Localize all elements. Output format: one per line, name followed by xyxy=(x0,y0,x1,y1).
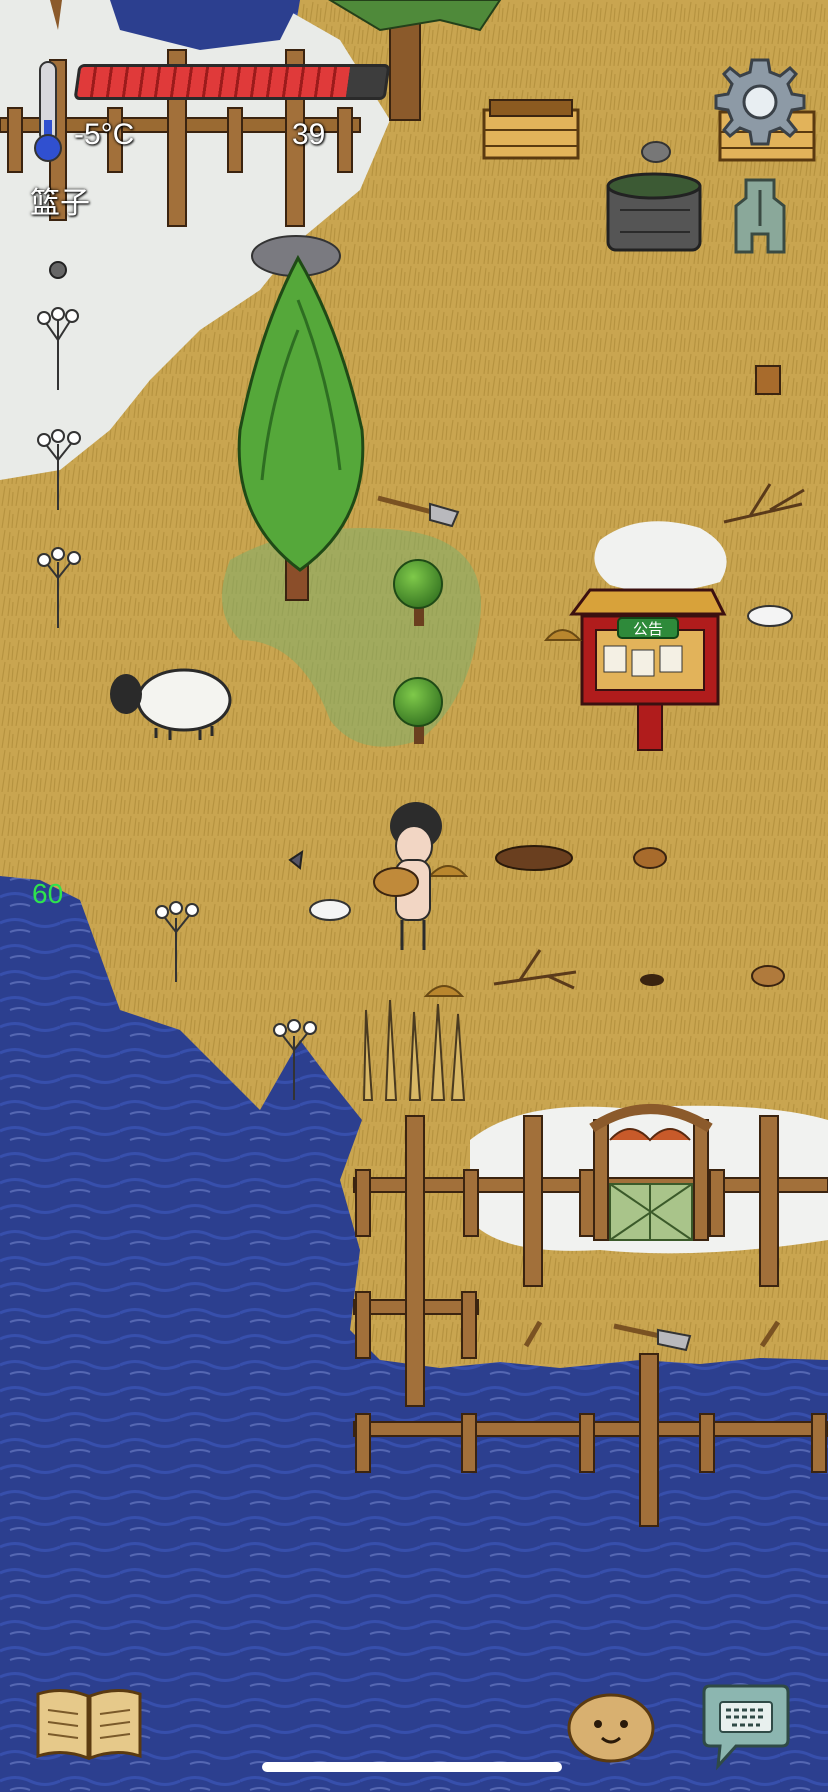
health-bar-fill xyxy=(76,67,351,97)
fleece-2 xyxy=(309,899,351,921)
home-indicator[interactable] xyxy=(262,1762,562,1772)
stone-well xyxy=(606,172,702,252)
dug-hole xyxy=(640,974,664,986)
crate-1 xyxy=(482,99,580,160)
held-item-label: 篮子 xyxy=(30,187,90,220)
bucket xyxy=(755,365,781,395)
book-icon[interactable] xyxy=(34,1686,144,1762)
keyboard-speech-icon[interactable] xyxy=(696,1682,796,1772)
fps-counter: 60 xyxy=(32,878,64,909)
pebble xyxy=(49,261,67,279)
notice-board-title: 公告 xyxy=(633,620,663,638)
food-value: 39 xyxy=(292,118,326,151)
gear-icon[interactable] xyxy=(712,54,808,150)
kindling-pile xyxy=(495,845,573,871)
health-bar xyxy=(73,64,391,100)
thermometer-icon xyxy=(34,61,62,162)
empty-bowl xyxy=(751,965,785,987)
stone xyxy=(641,141,671,163)
ancient-coin-icon[interactable] xyxy=(728,176,792,256)
potato-face-icon[interactable] xyxy=(566,1690,656,1764)
game-world[interactable]: 公告 xyxy=(0,0,828,1792)
fleece-1 xyxy=(747,605,793,627)
held-basket xyxy=(373,867,419,897)
temperature-readout: -5°C xyxy=(74,118,135,151)
berry-bowl xyxy=(633,847,667,869)
